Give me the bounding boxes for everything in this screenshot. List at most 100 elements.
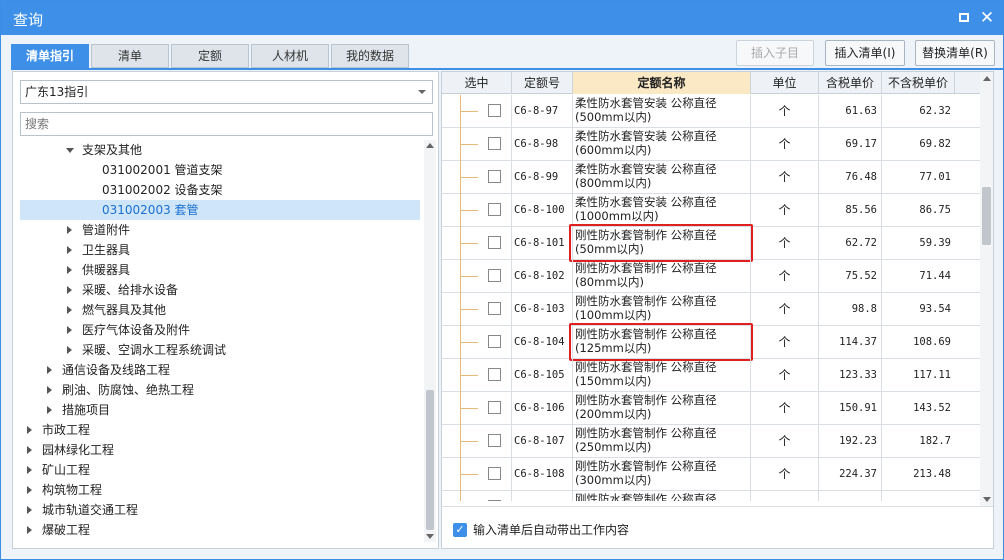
tree-item[interactable]: 燃气器具及其他 <box>20 300 420 320</box>
replace-list-button[interactable]: 替换清单(R) <box>915 40 995 66</box>
expand-arrow-icon[interactable] <box>27 426 32 434</box>
expand-arrow-icon[interactable] <box>27 466 32 474</box>
row-checkbox[interactable] <box>488 434 501 447</box>
scroll-down-icon[interactable] <box>983 497 991 502</box>
tree-item[interactable]: 医疗气体设备及附件 <box>20 320 420 340</box>
expand-arrow-icon[interactable] <box>67 246 72 254</box>
expand-arrow-icon[interactable] <box>27 446 32 454</box>
tree-item[interactable]: 支架及其他 <box>20 140 420 160</box>
row-checkbox[interactable] <box>488 170 501 183</box>
table-row[interactable]: C6-8-102 刚性防水套管制作 公称直径 (80mm以内) 个 75.52 71.44 <box>442 260 980 293</box>
close-button[interactable]: ✕ <box>977 8 997 28</box>
tree-item[interactable]: 通信设备及线路工程 <box>20 360 420 380</box>
scroll-thumb[interactable] <box>982 187 991 245</box>
expand-arrow-icon[interactable] <box>47 366 52 374</box>
expand-arrow-icon[interactable] <box>27 526 32 534</box>
expand-arrow-icon[interactable] <box>27 486 32 494</box>
row-checkbox[interactable] <box>488 368 501 381</box>
tree-item[interactable]: 031002002 设备支架 <box>20 180 420 200</box>
tree-line <box>460 375 478 376</box>
tree-item[interactable]: 管道附件 <box>20 220 420 240</box>
row-checkbox[interactable] <box>488 500 501 501</box>
collapse-arrow-icon[interactable] <box>66 148 74 153</box>
table-row[interactable]: C6-8-98 柔性防水套管安装 公称直径 (600mm以内) 个 69.17 69.82 <box>442 128 980 161</box>
tab-list[interactable]: 清单 <box>91 44 169 68</box>
guide-tree-pane: 广东13指引 支架及其他 031002001 管道支架 031002002 设备支架… <box>12 71 439 549</box>
col-name[interactable]: 定额名称 <box>573 72 751 94</box>
tree-item[interactable]: 采暖、给排水设备 <box>20 280 420 300</box>
table-row[interactable]: C6-8-107 刚性防水套管制作 公称直径 (250mm以内) 个 192.23 182… <box>442 425 980 458</box>
expand-arrow-icon[interactable] <box>27 506 32 514</box>
title-bar[interactable]: 查询 ✕ <box>1 1 1003 35</box>
row-checkbox[interactable] <box>488 467 501 480</box>
quota-name-line: 柔性防水套管安装 公称直径 <box>575 195 717 209</box>
price-with-tax: 75.52 <box>819 260 882 293</box>
row-checkbox[interactable] <box>488 335 501 348</box>
expand-arrow-icon[interactable] <box>47 406 52 414</box>
tab-labor-material-machine[interactable]: 人材机 <box>251 44 329 68</box>
tree-item-label: 市政工程 <box>42 423 91 437</box>
table-row[interactable]: C6-8-104 刚性防水套管制作 公称直径 (125mm以内) 个 114.37 108… <box>442 323 980 361</box>
col-price-notax[interactable]: 不含税单价 <box>882 72 955 94</box>
table-row[interactable]: C6-8-106 刚性防水套管制作 公称直径 (200mm以内) 个 150.91 143… <box>442 392 980 425</box>
expand-arrow-icon[interactable] <box>67 306 72 314</box>
expand-arrow-icon[interactable] <box>67 226 72 234</box>
guide-select[interactable]: 广东13指引 <box>20 80 433 104</box>
expand-arrow-icon[interactable] <box>67 346 72 354</box>
expand-arrow-icon[interactable] <box>67 286 72 294</box>
tree-item[interactable]: 矿山工程 <box>20 460 420 480</box>
tree-item[interactable]: 园林绿化工程 <box>20 440 420 460</box>
col-unit[interactable]: 单位 <box>751 72 819 94</box>
tab-my-data[interactable]: 我的数据 <box>331 44 409 68</box>
tree-item[interactable]: 城市轨道交通工程 <box>20 500 420 520</box>
grid-scrollbar[interactable] <box>980 72 993 506</box>
tree-item[interactable]: 构筑物工程 <box>20 480 420 500</box>
expand-arrow-icon[interactable] <box>67 266 72 274</box>
scroll-down-icon[interactable] <box>426 534 434 539</box>
tree-item[interactable]: 刷油、防腐蚀、绝热工程 <box>20 380 420 400</box>
price-with-tax: 85.56 <box>819 194 882 227</box>
table-row[interactable]: C6-8-99 柔性防水套管安装 公称直径 (800mm以内) 个 76.48 77.01 <box>442 161 980 194</box>
insert-list-button[interactable]: 插入清单(I) <box>825 40 905 66</box>
col-select[interactable]: 选中 <box>442 72 512 94</box>
search-input[interactable] <box>20 112 433 136</box>
auto-content-checkbox[interactable]: ✓ <box>453 523 467 537</box>
scroll-up-icon[interactable] <box>426 143 434 148</box>
maximize-button[interactable] <box>954 8 974 28</box>
tree-item[interactable]: 措施项目 <box>20 400 420 420</box>
col-price-tax[interactable]: 含税单价 <box>819 72 882 94</box>
row-checkbox[interactable] <box>488 401 501 414</box>
tree-item[interactable]: 卫生器具 <box>20 240 420 260</box>
col-code[interactable]: 定额号 <box>512 72 573 94</box>
tree-item[interactable]: 供暖器具 <box>20 260 420 280</box>
price-with-tax: 114.37 <box>819 326 882 359</box>
scroll-up-icon[interactable] <box>983 76 991 81</box>
tree-item[interactable]: 031002001 管道支架 <box>20 160 420 180</box>
table-row[interactable]: C6-8-101 刚性防水套管制作 公称直径 (50mm以内) 个 62.72 59.39 <box>442 224 980 262</box>
table-row[interactable]: C6-8-105 刚性防水套管制作 公称直径 (150mm以内) 个 123.33 117… <box>442 359 980 392</box>
insert-child-button[interactable]: 插入子目 <box>736 40 814 66</box>
table-row[interactable]: C6-8-109刚性防水套管制作 公称直径(350mm以内)个268.85256… <box>442 491 980 501</box>
row-checkbox[interactable] <box>488 137 501 150</box>
expand-arrow-icon[interactable] <box>47 386 52 394</box>
tree-item[interactable]: 市政工程 <box>20 420 420 440</box>
tree-item[interactable]: 爆破工程 <box>20 520 420 540</box>
tab-list-guide[interactable]: 清单指引 <box>11 44 89 68</box>
table-row[interactable]: C6-8-100 柔性防水套管安装 公称直径 (1000mm以内) 个 85.56 86.… <box>442 194 980 227</box>
tree-item[interactable]: 031002003 套管 <box>20 200 420 220</box>
scroll-thumb[interactable] <box>426 390 434 530</box>
row-checkbox[interactable] <box>488 302 501 315</box>
row-checkbox[interactable] <box>488 104 501 117</box>
table-row[interactable]: C6-8-108 刚性防水套管制作 公称直径 (300mm以内) 个 224.37 213… <box>442 458 980 491</box>
row-checkbox[interactable] <box>488 236 501 249</box>
tree-scrollbar[interactable] <box>424 140 436 542</box>
table-row[interactable]: C6-8-103 刚性防水套管制作 公称直径 (100mm以内) 个 98.8 93.54 <box>442 293 980 326</box>
tab-quota[interactable]: 定额 <box>171 44 249 68</box>
tree-item[interactable]: 采暖、空调水工程系统调试 <box>20 340 420 360</box>
quota-unit: 个 <box>751 194 819 227</box>
row-checkbox[interactable] <box>488 269 501 282</box>
row-checkbox[interactable] <box>488 203 501 216</box>
table-row[interactable]: C6-8-97 柔性防水套管安装 公称直径 (500mm以内) 个 61.63 62.32 <box>442 95 980 128</box>
expand-arrow-icon[interactable] <box>67 326 72 334</box>
price-without-tax: 256.87 <box>882 491 955 501</box>
